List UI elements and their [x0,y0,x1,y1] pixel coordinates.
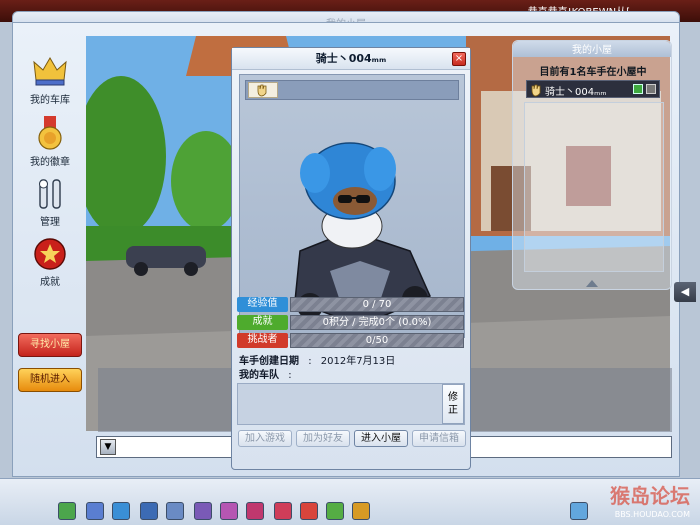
stat-row-achievement: 成就 0积分 / 完成0个 (0.0%) [237,315,465,330]
mail-request-button[interactable]: 申请信箱 [412,430,466,447]
stat-row-challenger: 挑战者 0/50 [237,333,465,348]
team-sep: : [288,370,292,381]
forum-watermark-url: BBS.HOUDAO.COM [614,510,690,519]
enter-room-button[interactable]: 进入小屋 [354,430,408,447]
team-line: 我的车队 : [239,366,292,381]
wrench-icon[interactable] [140,502,158,520]
room-member-row[interactable]: 骑士丶004ₘₘ [526,80,660,98]
join-game-button[interactable]: 加入游戏 [238,430,292,447]
tools-icon [39,179,61,209]
sidebar-label-garage: 我的车库 [30,95,70,106]
achievement-icon [34,238,66,270]
created-date-sep: : [308,356,312,367]
volume-icon[interactable] [570,502,588,520]
glove-rank-icon [248,82,278,98]
gift-icon[interactable] [194,502,212,520]
rank-badge-bar [245,80,459,100]
find-room-button[interactable]: 寻找小屋 [18,333,82,357]
room-player-count: 目前有1名车手在小屋中 [539,67,647,78]
forum-watermark: 猴岛论坛 [610,484,690,508]
status-online-icon [633,84,643,94]
medal-icon [38,116,62,150]
created-date-line: 车手创建日期 : 2012年7月13日 [239,352,395,367]
sidebar-item-manage[interactable]: 管理 [14,176,86,228]
room-panel-header: 我的小屋 [513,41,671,57]
stat-label-achievement: 成就 [237,315,288,330]
mall-icon[interactable] [86,502,104,520]
stat-value-achievement: 0积分 / 完成0个 (0.0%) [322,317,432,328]
team-info-box [237,383,465,425]
sidebar-item-garage[interactable]: 我的车库 [14,54,86,106]
achievement-progress-bar: 0积分 / 完成0个 (0.0%) [290,315,464,330]
collapse-arrow-icon[interactable] [586,280,598,287]
crown-icon [33,57,67,86]
stat-label-exp: 经验值 [237,297,288,312]
dice-icon[interactable] [220,502,238,520]
created-date-value: 2012年7月13日 [320,356,396,367]
book-icon[interactable] [274,502,292,520]
chat-icon[interactable] [326,502,344,520]
team-label: 我的车队 [239,370,279,381]
sidebar-item-badges[interactable]: 我的徽章 [14,116,86,168]
bottom-toolbar [0,478,700,525]
exp-progress-bar: 0 / 70 [290,297,464,312]
back-icon[interactable] [58,502,76,520]
stat-value-challenger: 0/50 [365,335,389,346]
room-member-name: 骑士丶004ₘₘ [545,87,607,98]
stat-value-exp: 0 / 70 [362,299,392,310]
side-panel-toggle[interactable]: ◀ [674,282,696,302]
status-info-icon [646,84,656,94]
close-icon[interactable]: × [452,52,466,66]
edit-team-label: 修 正 [448,392,458,416]
room-member-list [524,102,664,272]
glove-icon [531,84,541,97]
sidebar-label-manage: 管理 [40,217,60,228]
random-enter-button[interactable]: 随机进入 [18,368,82,392]
settings-icon[interactable] [352,502,370,520]
profile-dialog-title: 骑士丶004ₘₘ [232,48,470,70]
home-icon[interactable] [112,502,130,520]
heart-icon[interactable] [246,502,264,520]
stat-row-exp: 经验值 0 / 70 [237,297,465,312]
sidebar-item-achievements[interactable]: 成就 [14,236,86,288]
chat-channel-dropdown[interactable]: ▼ [100,439,116,455]
add-friend-button[interactable]: 加为好友 [296,430,350,447]
friends-icon[interactable] [300,502,318,520]
edit-team-button[interactable]: 修 正 [442,384,464,424]
card-icon[interactable] [166,502,184,520]
sidebar-label-achievements: 成就 [40,277,60,288]
stat-label-challenger: 挑战者 [237,333,288,348]
sidebar-label-badges: 我的徽章 [30,157,70,168]
challenger-progress-bar: 0/50 [290,333,464,348]
